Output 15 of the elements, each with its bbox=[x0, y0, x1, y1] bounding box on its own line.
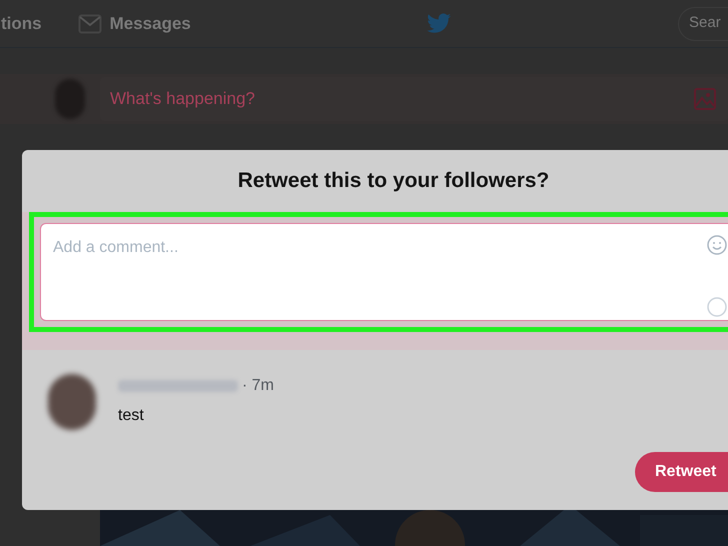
tweet-text: test bbox=[118, 406, 145, 426]
dialog-title: Retweet this to your followers? bbox=[238, 168, 550, 194]
retweet-button[interactable]: Retweet bbox=[635, 452, 728, 492]
tweet-time: · 7m bbox=[242, 376, 274, 396]
emoji-icon[interactable] bbox=[706, 234, 728, 256]
bird-icon[interactable] bbox=[426, 12, 452, 34]
compose-placeholder: What's happening? bbox=[110, 88, 256, 110]
avatar bbox=[48, 374, 96, 430]
nav-link[interactable]: tions bbox=[1, 10, 42, 36]
comment-field[interactable]: Add a comment... bbox=[40, 223, 728, 321]
nav-link[interactable]: Messages bbox=[78, 10, 191, 36]
search-field[interactable]: Sear bbox=[678, 6, 728, 40]
mail-icon bbox=[78, 14, 102, 34]
counter-ring-icon bbox=[706, 296, 728, 318]
image-icon[interactable] bbox=[694, 88, 716, 110]
